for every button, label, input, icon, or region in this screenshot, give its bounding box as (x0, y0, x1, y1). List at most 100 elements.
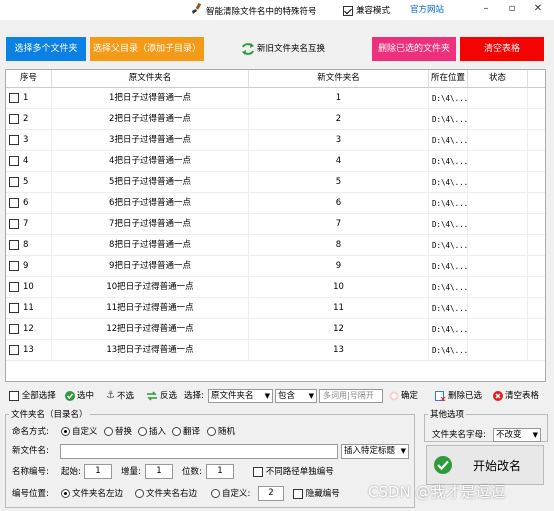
clear-table-button[interactable]: 清空表格 (460, 37, 544, 61)
radio-button[interactable] (135, 489, 144, 498)
minimize-button[interactable]: – (476, 2, 496, 16)
table-row[interactable]: 2 2把日子过得普通一点 2 D:\4\... (6, 109, 545, 130)
method-radio-custom[interactable]: 自定义 (61, 425, 98, 439)
radio-button[interactable] (61, 427, 70, 436)
select-all-checkbox[interactable]: 全部选择 (9, 389, 56, 403)
row-checkbox[interactable] (9, 344, 19, 355)
table-row[interactable]: 8 8把日子过得普通一点 8 D:\4\... (6, 235, 545, 256)
cell-no[interactable]: 2 (6, 109, 52, 130)
row-checkbox[interactable] (9, 155, 19, 166)
start-rename-button[interactable]: 开始改名 (426, 445, 544, 485)
cell-no[interactable]: 9 (6, 256, 52, 277)
header-location[interactable]: 所在位置 (429, 70, 468, 87)
insert-title-select[interactable]: 插入特定标题 ▼ (341, 444, 409, 459)
invert-button[interactable]: 反选 (146, 389, 177, 403)
cell-no[interactable]: 6 (6, 193, 52, 214)
radio-button[interactable] (104, 427, 113, 436)
delete-selected-label: 删除已选 (448, 391, 483, 401)
table-row[interactable]: 7 7把日子过得普通一点 7 D:\4\... (6, 214, 545, 235)
separate-box[interactable] (253, 466, 263, 477)
select-folders-button[interactable]: 选择多个文件夹 (6, 37, 86, 61)
select-all-box[interactable] (9, 390, 19, 401)
select-parent-button[interactable]: 选择父目录（添加子目录） (90, 37, 204, 61)
compat-mode-checkbox[interactable]: 兼容模式 (343, 4, 390, 16)
hide-numbering-checkbox[interactable]: 隐藏编号 (293, 487, 340, 501)
radio-button[interactable] (61, 489, 70, 498)
row-checkbox[interactable] (9, 113, 19, 124)
close-button[interactable]: ✕ (528, 2, 548, 16)
compat-checkbox-box[interactable] (343, 5, 353, 16)
cell-no[interactable]: 7 (6, 214, 52, 235)
row-checkbox[interactable] (9, 281, 19, 292)
cell-no[interactable]: 8 (6, 235, 52, 256)
cell-no[interactable]: 3 (6, 130, 52, 151)
table-row[interactable]: 10 10把日子过得普通一点 10 D:\4\... (6, 277, 545, 298)
new-name-input[interactable] (60, 444, 338, 459)
position-radio-custom[interactable]: 自定义: (211, 487, 250, 501)
filter-input[interactable]: 多词用|号隔开 (319, 389, 383, 403)
cell-no[interactable]: 11 (6, 298, 52, 319)
hide-numbering-box[interactable] (293, 488, 303, 499)
cell-no[interactable]: 5 (6, 172, 52, 193)
cell-no[interactable]: 13 (6, 340, 52, 361)
row-checkbox[interactable] (9, 323, 19, 334)
cell-no[interactable]: 12 (6, 319, 52, 340)
radio-button[interactable] (138, 427, 147, 436)
cell-no[interactable]: 4 (6, 151, 52, 172)
header-no[interactable]: 序号 (6, 70, 52, 87)
separate-numbering-checkbox[interactable]: 不同路径单独编号 (253, 465, 334, 479)
row-checkbox[interactable] (9, 218, 19, 229)
maximize-button[interactable]: ▫ (502, 2, 522, 16)
cell-filler (528, 88, 545, 109)
row-checkbox[interactable] (9, 239, 19, 250)
official-site-link[interactable]: 官方网站 (404, 3, 450, 17)
row-checkbox[interactable] (9, 134, 19, 145)
header-new-name[interactable]: 新文件夹名 (249, 70, 429, 87)
field-select[interactable]: 原文件夹名 ▼ (208, 389, 273, 403)
radio-button[interactable] (207, 427, 216, 436)
clear-table-small-button[interactable]: 清空表格 (493, 389, 539, 403)
case-select[interactable]: 不改变 ▼ (493, 428, 541, 442)
method-radio-insert[interactable]: 插入 (138, 425, 166, 439)
table-row[interactable]: 3 3把日子过得普通一点 3 D:\4\... (6, 130, 545, 151)
method-random-label: 随机 (218, 427, 236, 437)
position-radio-left[interactable]: 文件夹名左边 (61, 487, 123, 501)
cell-no[interactable]: 10 (6, 277, 52, 298)
step-input[interactable]: 1 (145, 464, 173, 479)
start-input[interactable]: 1 (84, 464, 112, 479)
folder-table[interactable]: 序号 原文件夹名 新文件夹名 所在位置 状态 1 1把日子过得普通一点 1 D:\4\… (5, 69, 546, 382)
header-status[interactable]: 状态 (468, 70, 528, 87)
row-number: 2 (23, 114, 29, 124)
check-button[interactable]: 选中 (65, 389, 94, 403)
delete-selected-folders-button[interactable]: 删除已选的文件夹 (372, 37, 456, 61)
confirm-button[interactable]: 确定 (389, 389, 418, 403)
table-row[interactable]: 11 11把日子过得普通一点 11 D:\4\... (6, 298, 545, 319)
row-checkbox[interactable] (9, 260, 19, 271)
row-checkbox[interactable] (9, 302, 19, 313)
digits-input[interactable]: 1 (206, 464, 234, 479)
header-original-name[interactable]: 原文件夹名 (52, 70, 249, 87)
position-radio-right[interactable]: 文件夹名右边 (135, 487, 197, 501)
radio-button[interactable] (172, 427, 181, 436)
method-radio-random[interactable]: 随机 (207, 425, 235, 439)
row-checkbox[interactable] (9, 176, 19, 187)
method-radio-replace[interactable]: 替换 (104, 425, 132, 439)
delete-selected-button[interactable]: 删除已选 (435, 389, 482, 403)
table-row[interactable]: 5 5把日子过得普通一点 5 D:\4\... (6, 172, 545, 193)
row-checkbox[interactable] (9, 197, 19, 208)
swap-names-button[interactable]: 新旧文件夹名互换 (241, 40, 333, 58)
uncheck-button[interactable]: ⚓ 不选 (106, 389, 134, 404)
cell-no[interactable]: 1 (6, 88, 52, 109)
match-select[interactable]: 包含 ▼ (275, 389, 317, 403)
table-row[interactable]: 13 13把日子过得普通一点 13 D:\4\... (6, 340, 545, 361)
table-row[interactable]: 12 12把日子过得普通一点 12 D:\4\... (6, 319, 545, 340)
table-row[interactable]: 1 1把日子过得普通一点 1 D:\4\... (6, 88, 545, 109)
table-row[interactable]: 9 9把日子过得普通一点 9 D:\4\... (6, 256, 545, 277)
method-radio-translate[interactable]: 翻译 (172, 425, 200, 439)
custom-position-input[interactable]: 2 (258, 486, 284, 501)
table-row[interactable]: 6 6把日子过得普通一点 6 D:\4\... (6, 193, 545, 214)
row-checkbox[interactable] (9, 92, 19, 103)
radio-button[interactable] (211, 489, 220, 498)
insert-title-value: 插入特定标题 (344, 446, 396, 456)
table-row[interactable]: 4 4把日子过得普通一点 4 D:\4\... (6, 151, 545, 172)
